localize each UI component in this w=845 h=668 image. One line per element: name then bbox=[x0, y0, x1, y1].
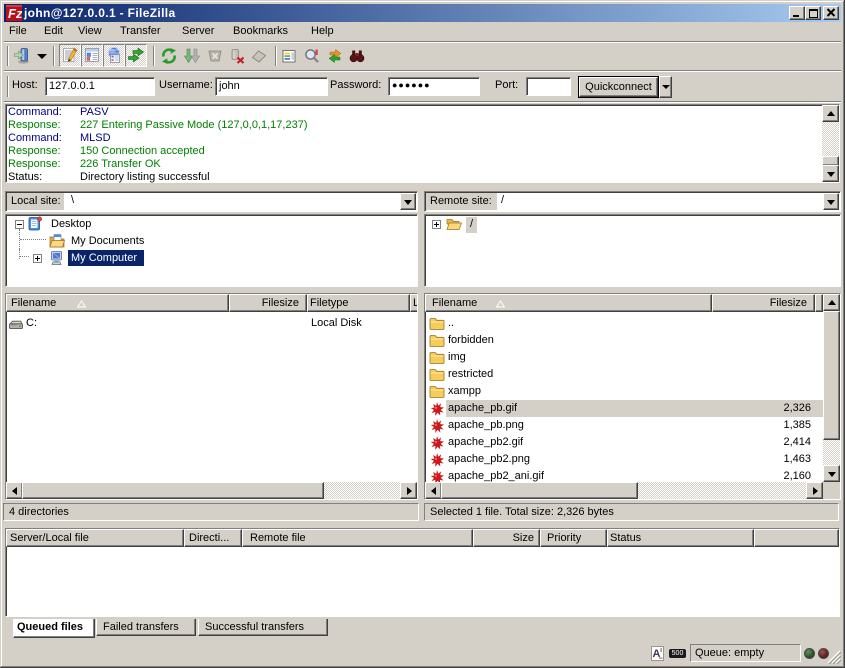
svg-text:Fz: Fz bbox=[8, 6, 22, 21]
